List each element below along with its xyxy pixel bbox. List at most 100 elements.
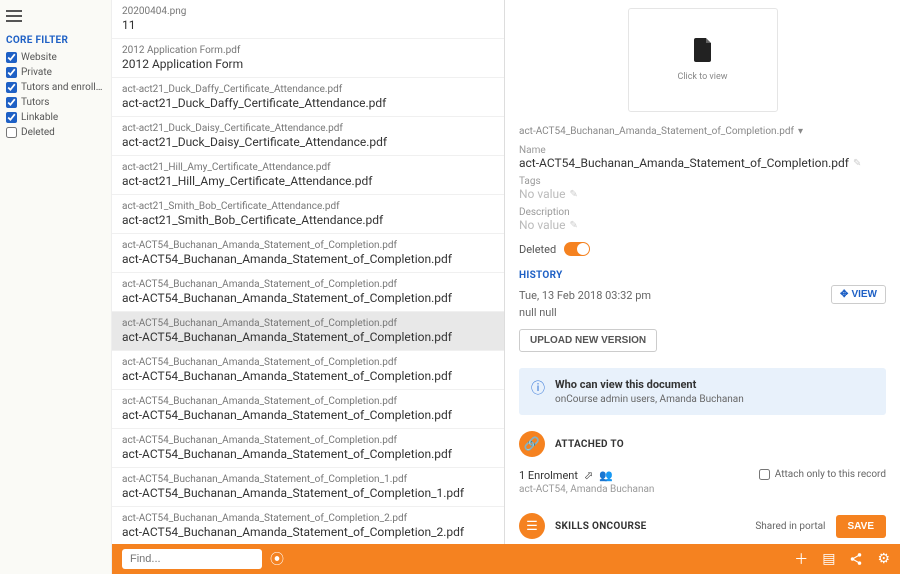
doc-filename: act-ACT54_Buchanan_Amanda_Statement_of_C… xyxy=(122,396,494,407)
skills-icon: ☰ xyxy=(519,513,545,539)
filter-item[interactable]: Deleted xyxy=(6,127,105,138)
sidebar: CORE FILTER Website Private Tutors and enr… xyxy=(0,0,112,574)
doc-title: act-ACT54_Buchanan_Amanda_Statement_of_C… xyxy=(122,408,494,422)
doc-filename: 2012 Application Form.pdf xyxy=(122,45,494,56)
doc-filename: act-ACT54_Buchanan_Amanda_Statement_of_C… xyxy=(122,474,494,485)
bottom-bar: ⦿ ＋ ▤ ⚙ xyxy=(112,544,900,574)
document-list-scroll[interactable]: 20200404.png112012 Application Form.pdf2… xyxy=(112,0,504,574)
document-list: 20200404.png112012 Application Form.pdf2… xyxy=(112,0,505,574)
doc-filename: act-ACT54_Buchanan_Amanda_Statement_of_C… xyxy=(122,318,494,329)
who-sub: onCourse admin users, Amanda Buchanan xyxy=(555,394,744,405)
chevron-down-icon: ▾ xyxy=(798,126,803,137)
doc-filename: act-ACT54_Buchanan_Amanda_Statement_of_C… xyxy=(122,279,494,290)
doc-title: 2012 Application Form xyxy=(122,57,494,71)
save-button[interactable]: SAVE xyxy=(836,515,887,538)
description-label: Description xyxy=(519,207,886,218)
document-row[interactable]: act-ACT54_Buchanan_Amanda_Statement_of_C… xyxy=(112,468,504,507)
deleted-toggle[interactable] xyxy=(564,242,590,256)
doc-filename: act-act21_Duck_Daffy_Certificate_Attenda… xyxy=(122,84,494,95)
document-row[interactable]: 20200404.png11 xyxy=(112,0,504,39)
filter-item[interactable]: Website xyxy=(6,52,105,63)
name-label: Name xyxy=(519,145,886,156)
doc-filename: act-act21_Duck_Daisy_Certificate_Attenda… xyxy=(122,123,494,134)
view-button[interactable]: ✥ VIEW xyxy=(831,285,886,304)
history-title: HISTORY xyxy=(519,270,886,281)
who-title: Who can view this document xyxy=(555,378,744,391)
menu-icon[interactable] xyxy=(6,10,105,25)
document-row[interactable]: act-ACT54_Buchanan_Amanda_Statement_of_C… xyxy=(112,273,504,312)
pdf-icon xyxy=(693,38,713,68)
who-can-view-panel: ⓘ Who can view this document onCourse ad… xyxy=(519,368,886,415)
history-by: null null xyxy=(519,306,651,319)
doc-filename: act-ACT54_Buchanan_Amanda_Statement_of_C… xyxy=(122,435,494,446)
preview-label: Click to view xyxy=(677,72,727,82)
deleted-label: Deleted xyxy=(519,243,556,256)
doc-title: act-ACT54_Buchanan_Amanda_Statement_of_C… xyxy=(122,525,494,539)
upload-new-version-button[interactable]: UPLOAD NEW VERSION xyxy=(519,329,657,352)
document-row[interactable]: 2012 Application Form.pdf2012 Applicatio… xyxy=(112,39,504,78)
doc-title: act-ACT54_Buchanan_Amanda_Statement_of_C… xyxy=(122,330,494,344)
preview-thumbnail[interactable]: Click to view xyxy=(628,8,778,112)
shared-portal-label: Shared in portal xyxy=(755,521,825,532)
edit-icon: ✎ xyxy=(570,189,578,200)
document-row[interactable]: act-ACT54_Buchanan_Amanda_Statement_of_C… xyxy=(112,507,504,546)
doc-title: act-act21_Duck_Daffy_Certificate_Attenda… xyxy=(122,96,494,110)
doc-filename: act-ACT54_Buchanan_Amanda_Statement_of_C… xyxy=(122,513,494,524)
add-icon[interactable]: ＋ xyxy=(794,549,808,569)
breadcrumb-text: act-ACT54_Buchanan_Amanda_Statement_of_C… xyxy=(519,126,794,137)
document-row[interactable]: act-act21_Smith_Bob_Certificate_Attendan… xyxy=(112,195,504,234)
doc-title: act-act21_Hill_Amy_Certificate_Attendanc… xyxy=(122,174,494,188)
document-row[interactable]: act-ACT54_Buchanan_Amanda_Statement_of_C… xyxy=(112,351,504,390)
doc-title: act-act21_Smith_Bob_Certificate_Attendan… xyxy=(122,213,494,227)
document-row[interactable]: act-ACT54_Buchanan_Amanda_Statement_of_C… xyxy=(112,429,504,468)
open-icon[interactable]: ⬀ xyxy=(584,469,593,482)
doc-title: act-ACT54_Buchanan_Amanda_Statement_of_C… xyxy=(122,291,494,305)
doc-title: 11 xyxy=(122,18,494,32)
document-row[interactable]: act-ACT54_Buchanan_Amanda_Statement_of_C… xyxy=(112,312,504,351)
document-row[interactable]: act-act21_Hill_Amy_Certificate_Attendanc… xyxy=(112,156,504,195)
columns-icon[interactable]: ▤ xyxy=(822,551,835,567)
document-row[interactable]: act-ACT54_Buchanan_Amanda_Statement_of_C… xyxy=(112,390,504,429)
attach-only-checkbox[interactable]: Attach only to this record xyxy=(759,469,886,480)
doc-title: act-act21_Duck_Daisy_Certificate_Attenda… xyxy=(122,135,494,149)
filter-item[interactable]: Tutors xyxy=(6,97,105,108)
doc-filename: act-ACT54_Buchanan_Amanda_Statement_of_C… xyxy=(122,357,494,368)
doc-filename: act-act21_Hill_Amy_Certificate_Attendanc… xyxy=(122,162,494,173)
name-value[interactable]: act-ACT54_Buchanan_Amanda_Statement_of_C… xyxy=(519,156,886,170)
core-filter-title: CORE FILTER xyxy=(6,35,105,46)
enrolment-sub: act-ACT54, Amanda Buchanan xyxy=(519,484,654,495)
doc-filename: act-ACT54_Buchanan_Amanda_Statement_of_C… xyxy=(122,240,494,251)
info-icon: ⓘ xyxy=(531,378,545,398)
expand-icon: ✥ xyxy=(840,289,848,300)
doc-title: act-ACT54_Buchanan_Amanda_Statement_of_C… xyxy=(122,252,494,266)
doc-title: act-ACT54_Buchanan_Amanda_Statement_of_C… xyxy=(122,486,494,500)
doc-filename: 20200404.png xyxy=(122,6,494,17)
description-value[interactable]: No value✎ xyxy=(519,218,886,232)
enrolment-link[interactable]: 1 Enrolment ⬀ 👥 xyxy=(519,469,654,482)
document-row[interactable]: act-ACT54_Buchanan_Amanda_Statement_of_C… xyxy=(112,234,504,273)
people-icon[interactable]: 👥 xyxy=(599,469,613,482)
filter-item[interactable]: Linkable xyxy=(6,112,105,123)
doc-title: act-ACT54_Buchanan_Amanda_Statement_of_C… xyxy=(122,369,494,383)
edit-icon: ✎ xyxy=(570,220,578,231)
breadcrumb[interactable]: act-ACT54_Buchanan_Amanda_Statement_of_C… xyxy=(519,126,886,137)
attached-title: ATTACHED TO xyxy=(555,439,624,450)
share-icon[interactable] xyxy=(849,552,863,566)
gear-icon[interactable]: ⚙ xyxy=(877,551,890,567)
search-icon[interactable]: ⦿ xyxy=(270,549,284,569)
attached-to-panel: 🔗 ATTACHED TO 1 Enrolment ⬀ 👥 act-ACT54,… xyxy=(519,431,886,495)
history-date: Tue, 13 Feb 2018 03:32 pm xyxy=(519,289,651,302)
find-input[interactable] xyxy=(122,549,262,569)
doc-filename: act-act21_Smith_Bob_Certificate_Attendan… xyxy=(122,201,494,212)
edit-icon: ✎ xyxy=(853,158,861,169)
document-row[interactable]: act-act21_Duck_Daffy_Certificate_Attenda… xyxy=(112,78,504,117)
doc-title: act-ACT54_Buchanan_Amanda_Statement_of_C… xyxy=(122,447,494,461)
skills-title: SKILLS ONCOURSE xyxy=(555,521,647,532)
filter-item[interactable]: Tutors and enrolled stu… xyxy=(6,82,105,93)
tags-label: Tags xyxy=(519,176,886,187)
detail-panel: Click to view act-ACT54_Buchanan_Amanda_… xyxy=(505,0,900,574)
document-row[interactable]: act-act21_Duck_Daisy_Certificate_Attenda… xyxy=(112,117,504,156)
filter-item[interactable]: Private xyxy=(6,67,105,78)
link-icon: 🔗 xyxy=(519,431,545,457)
tags-value[interactable]: No value✎ xyxy=(519,187,886,201)
